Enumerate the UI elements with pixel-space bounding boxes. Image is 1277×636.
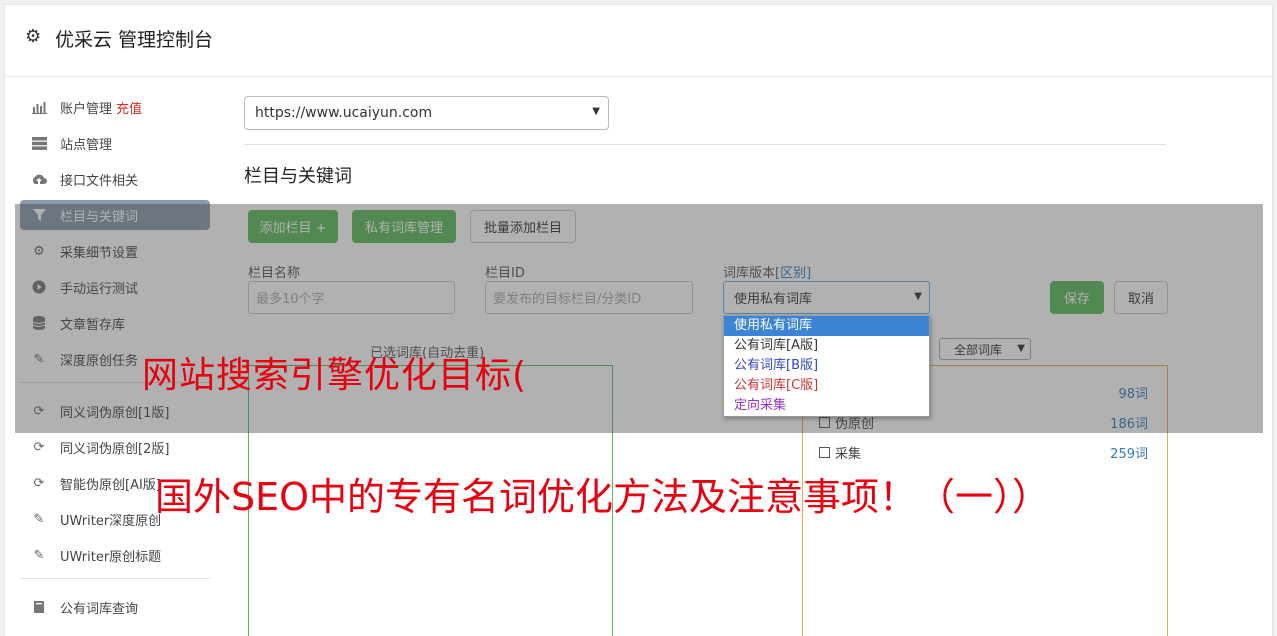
refresh-icon: ⟳ [33,475,45,491]
site-select-value: https://www.ucaiyun.com [255,105,433,121]
edit-icon: ✎ [33,511,45,527]
header: ⚙ 优采云 管理控制台 [5,5,1272,77]
refresh-icon: ⟳ [33,439,45,455]
sidebar-item-uwriter-title[interactable]: ✎ UWriter原创标题 [20,540,210,570]
lib-version-dropdown[interactable]: 使用私有词库 公有词库[A版] 公有词库[B版] 公有词库[C版] 定向采集 [723,315,930,417]
edit-icon: ✎ [33,547,45,563]
chevron-down-icon: ▼ [592,106,600,117]
bar-chart-icon [31,99,47,115]
server-icon [31,135,47,151]
page-title: 优采云 管理控制台 [55,29,214,51]
cloud-upload-icon [31,171,47,187]
sidebar-divider [20,578,210,579]
sidebar-item-label: 账户管理 [60,101,113,117]
overlay-headline-1: 网站搜索引擎优化目标( [142,355,528,396]
dropdown-option[interactable]: 公有词库[A版] [724,336,929,356]
book-icon [31,599,47,615]
sidebar-item-label: 智能伪原创[AI版] [60,477,161,493]
dropdown-option[interactable]: 使用私有词库 [724,316,929,336]
sidebar-item-sites[interactable]: 站点管理 [20,128,210,158]
lib-count[interactable]: 259词 [1064,443,1148,462]
lib-row[interactable]: 采集 [819,443,861,462]
sidebar-item-label: 同义词伪原创[2版] [60,441,170,457]
checkbox[interactable] [819,447,830,458]
divider [244,144,1166,145]
dropdown-option[interactable]: 定向采集 [724,396,929,416]
section-title: 栏目与关键词 [244,166,352,187]
sidebar-item-label: 接口文件相关 [60,173,139,189]
sidebar-item-label: 站点管理 [60,137,113,153]
sidebar-item-public-lib[interactable]: 公有词库查询 [20,592,210,622]
overlay-headline-2: 国外SEO中的专有名词优化方法及注意事项！（一）） [155,475,1051,519]
lib-row-label: 采集 [835,447,862,462]
sidebar-item-label: UWriter原创标题 [60,549,162,565]
gear-icon: ⚙ [25,26,42,47]
sidebar-item-synonym-v2[interactable]: ⟳ 同义词伪原创[2版] [20,432,210,462]
site-select[interactable]: https://www.ucaiyun.com ▼ [244,96,609,130]
sidebar-item-label: UWriter深度原创 [60,513,162,529]
dropdown-option[interactable]: 公有词库[C版] [724,376,929,396]
dropdown-option[interactable]: 公有词库[B版] [724,356,929,376]
sidebar-item-label: 公有词库查询 [60,601,139,617]
overlay-band [15,204,1263,433]
sidebar-item-account[interactable]: 账户管理 充值 [20,92,210,122]
recharge-link[interactable]: 充值 [116,98,142,117]
sidebar-item-interface[interactable]: 接口文件相关 [20,164,210,194]
